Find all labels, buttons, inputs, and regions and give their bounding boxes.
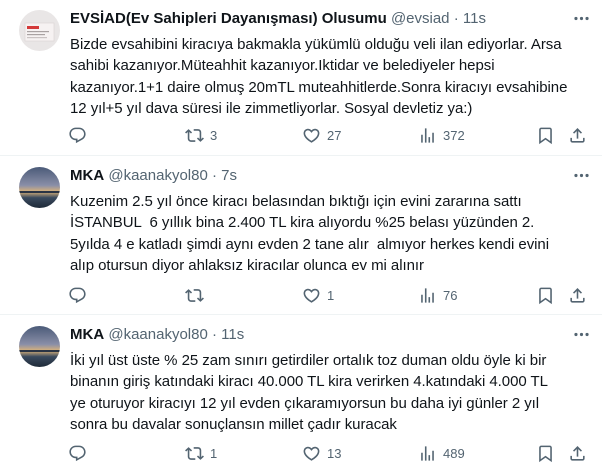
views-button[interactable]: 489: [418, 443, 465, 463]
bookmark-icon: [539, 445, 552, 462]
share-button[interactable]: [568, 285, 587, 305]
sunset-avatar-icon: [19, 326, 60, 367]
like-button[interactable]: 1: [302, 285, 334, 305]
more-button[interactable]: [570, 7, 592, 29]
more-icon: [573, 332, 589, 336]
reply-button[interactable]: [68, 285, 93, 305]
tweet-actions: 1 76: [68, 285, 585, 305]
like-icon: [303, 128, 320, 143]
tweet[interactable]: MKA @kaanakyol80 · 11s İki yıl üst üste …: [0, 316, 602, 470]
share-icon: [570, 127, 585, 143]
bookmark-icon: [539, 127, 552, 144]
avatar[interactable]: [19, 326, 60, 367]
user-handle[interactable]: @kaanakyol80: [108, 167, 207, 184]
retweet-icon: [185, 128, 204, 142]
views-icon: [421, 287, 434, 303]
timestamp[interactable]: 11s: [221, 326, 244, 343]
share-button[interactable]: [568, 443, 587, 463]
tweet-text: Bizde evsahibini kiracıya bakmakla yüküm…: [70, 36, 568, 117]
bookmark-icon: [539, 287, 552, 304]
views-count: 372: [443, 127, 465, 143]
like-button[interactable]: 27: [302, 125, 341, 145]
tweet-header: MKA @kaanakyol80 · 7s: [70, 166, 590, 186]
sunset-avatar-icon: [19, 167, 60, 208]
like-count: 13: [327, 445, 342, 461]
more-icon: [573, 173, 589, 177]
views-button[interactable]: 76: [418, 285, 457, 305]
bookmark-button[interactable]: [536, 125, 555, 145]
tweet[interactable]: EVSİAD(Ev Sahipleri Dayanışması) Olusumu…: [0, 0, 602, 156]
display-name[interactable]: MKA: [70, 326, 104, 343]
reply-icon: [69, 445, 86, 461]
views-icon: [421, 127, 434, 143]
tweet-text: İki yıl üst üste % 25 zam sınırı getirdi…: [70, 352, 548, 433]
share-icon: [570, 445, 585, 461]
views-count: 489: [443, 445, 465, 461]
retweet-button[interactable]: 1: [185, 443, 217, 463]
retweet-icon: [185, 446, 204, 460]
separator-dot: ·: [453, 10, 459, 27]
retweet-count: 3: [210, 127, 218, 143]
tweet-text: Kuzenim 2.5 yıl önce kiracı belasından b…: [70, 193, 550, 274]
display-name[interactable]: EVSİAD(Ev Sahipleri Dayanışması) Olusumu: [70, 10, 387, 27]
like-count: 1: [327, 287, 335, 303]
like-button[interactable]: 13: [302, 443, 341, 463]
avatar[interactable]: [19, 10, 60, 51]
separator-dot: ·: [211, 167, 217, 184]
more-button[interactable]: [570, 164, 592, 186]
reply-button[interactable]: [68, 443, 93, 463]
reply-icon: [69, 127, 86, 143]
retweet-icon: [185, 288, 204, 302]
tweet-header: EVSİAD(Ev Sahipleri Dayanışması) Olusumu…: [70, 9, 590, 29]
reply-button[interactable]: [68, 125, 93, 145]
user-handle[interactable]: @evsiad: [391, 10, 450, 27]
separator-dot: ·: [211, 326, 217, 343]
retweet-button[interactable]: 3: [185, 125, 217, 145]
bookmark-button[interactable]: [536, 443, 555, 463]
like-icon: [303, 446, 320, 461]
document-logo-avatar-icon: [19, 10, 60, 51]
tweet-header: MKA @kaanakyol80 · 11s: [70, 325, 590, 345]
tweet-actions: 3 27 372: [68, 125, 585, 145]
retweet-button[interactable]: [185, 285, 210, 305]
views-icon: [421, 445, 434, 461]
retweet-count: 1: [210, 445, 218, 461]
reply-icon: [69, 287, 86, 303]
tweet-actions: 1 13 489: [68, 443, 585, 463]
timestamp[interactable]: 7s: [221, 167, 237, 184]
avatar[interactable]: [19, 167, 60, 208]
timestamp[interactable]: 11s: [463, 10, 486, 27]
views-count: 76: [443, 287, 458, 303]
like-count: 27: [327, 127, 342, 143]
share-icon: [570, 287, 585, 303]
tweet[interactable]: MKA @kaanakyol80 · 7s Kuzenim 2.5 yıl ön…: [0, 157, 602, 315]
more-button[interactable]: [570, 323, 592, 345]
bookmark-button[interactable]: [536, 285, 555, 305]
views-button[interactable]: 372: [418, 125, 465, 145]
more-icon: [573, 16, 589, 20]
user-handle[interactable]: @kaanakyol80: [108, 326, 207, 343]
like-icon: [303, 288, 320, 303]
share-button[interactable]: [568, 125, 587, 145]
display-name[interactable]: MKA: [70, 167, 104, 184]
